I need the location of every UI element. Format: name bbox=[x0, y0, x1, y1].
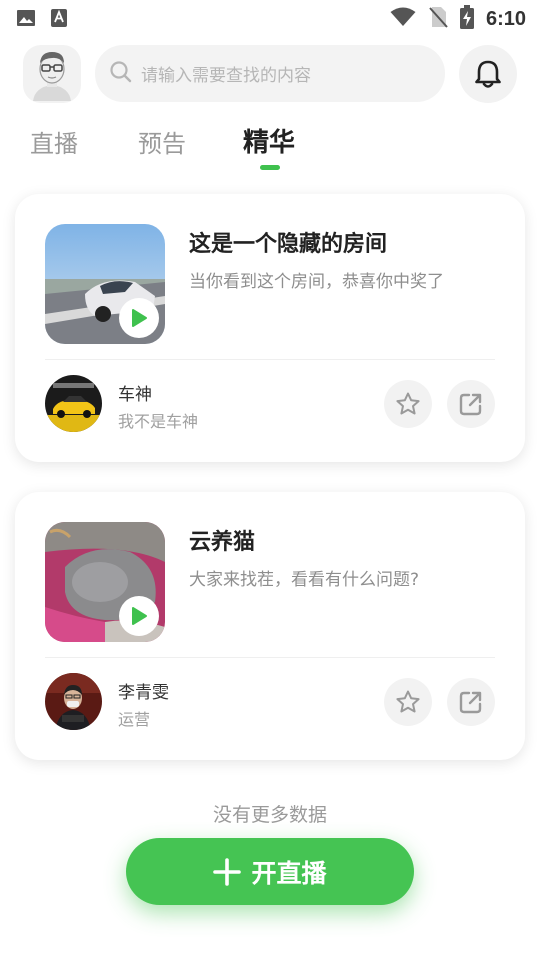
user-name: 车神 bbox=[118, 385, 152, 405]
no-more-data-text: 没有更多数据 bbox=[212, 804, 327, 826]
room-card[interactable]: 云养猫 大家来找茬，看看有什么问题? 李青雯 运营 bbox=[15, 492, 525, 760]
share-icon bbox=[459, 691, 482, 714]
user-subtitle: 我不是车神 bbox=[118, 412, 199, 431]
room-description: 当你看到这个房间，恭喜你中奖了 bbox=[189, 272, 444, 292]
favorite-button[interactable] bbox=[384, 678, 432, 726]
status-bar: 6:10 bbox=[0, 0, 540, 36]
tab-indicator bbox=[260, 165, 280, 170]
search-bar[interactable]: 请输入需要查找的内容 bbox=[95, 45, 445, 102]
user-avatar[interactable] bbox=[45, 375, 102, 432]
star-icon bbox=[396, 690, 420, 713]
user-avatar[interactable] bbox=[45, 673, 102, 730]
divider bbox=[45, 657, 495, 658]
start-live-label: 开直播 bbox=[251, 858, 327, 888]
profile-avatar-button[interactable] bbox=[23, 45, 81, 103]
plus-icon bbox=[213, 857, 242, 886]
share-icon bbox=[459, 393, 482, 416]
start-live-button[interactable]: 开直播 bbox=[126, 838, 414, 905]
bell-icon bbox=[475, 60, 501, 88]
room-thumbnail[interactable] bbox=[45, 224, 165, 344]
image-icon bbox=[16, 8, 36, 32]
no-sim-icon bbox=[428, 6, 448, 32]
favorite-button[interactable] bbox=[384, 380, 432, 428]
category-tabs: 直播 预告 精华 bbox=[0, 120, 540, 180]
room-card[interactable]: 这是一个隐藏的房间 当你看到这个房间，恭喜你中奖了 车神 我不是车神 bbox=[15, 194, 525, 462]
notification-button[interactable] bbox=[459, 45, 517, 103]
play-button[interactable] bbox=[119, 298, 159, 338]
tab-highlights[interactable]: 精华 bbox=[243, 122, 295, 159]
divider bbox=[45, 359, 495, 360]
room-title: 这是一个隐藏的房间 bbox=[189, 232, 388, 257]
room-thumbnail[interactable] bbox=[45, 522, 165, 642]
profile-avatar-icon bbox=[33, 52, 71, 101]
user-name: 李青雯 bbox=[118, 683, 169, 703]
search-icon bbox=[109, 60, 133, 88]
share-button[interactable] bbox=[447, 380, 495, 428]
star-icon bbox=[396, 392, 420, 415]
battery-charging-icon bbox=[459, 5, 474, 33]
room-description: 大家来找茬，看看有什么问题? bbox=[189, 570, 420, 590]
user-subtitle: 运营 bbox=[118, 710, 151, 729]
search-placeholder: 请输入需要查找的内容 bbox=[141, 66, 311, 86]
play-button[interactable] bbox=[119, 596, 159, 636]
wifi-icon bbox=[390, 7, 416, 31]
room-title: 云养猫 bbox=[189, 530, 256, 555]
play-icon bbox=[132, 309, 147, 327]
play-icon bbox=[132, 607, 147, 625]
status-time: 6:10 bbox=[485, 7, 526, 30]
tab-live[interactable]: 直播 bbox=[30, 124, 78, 159]
tab-preview[interactable]: 预告 bbox=[138, 124, 186, 159]
text-a-icon bbox=[50, 8, 68, 32]
share-button[interactable] bbox=[447, 678, 495, 726]
